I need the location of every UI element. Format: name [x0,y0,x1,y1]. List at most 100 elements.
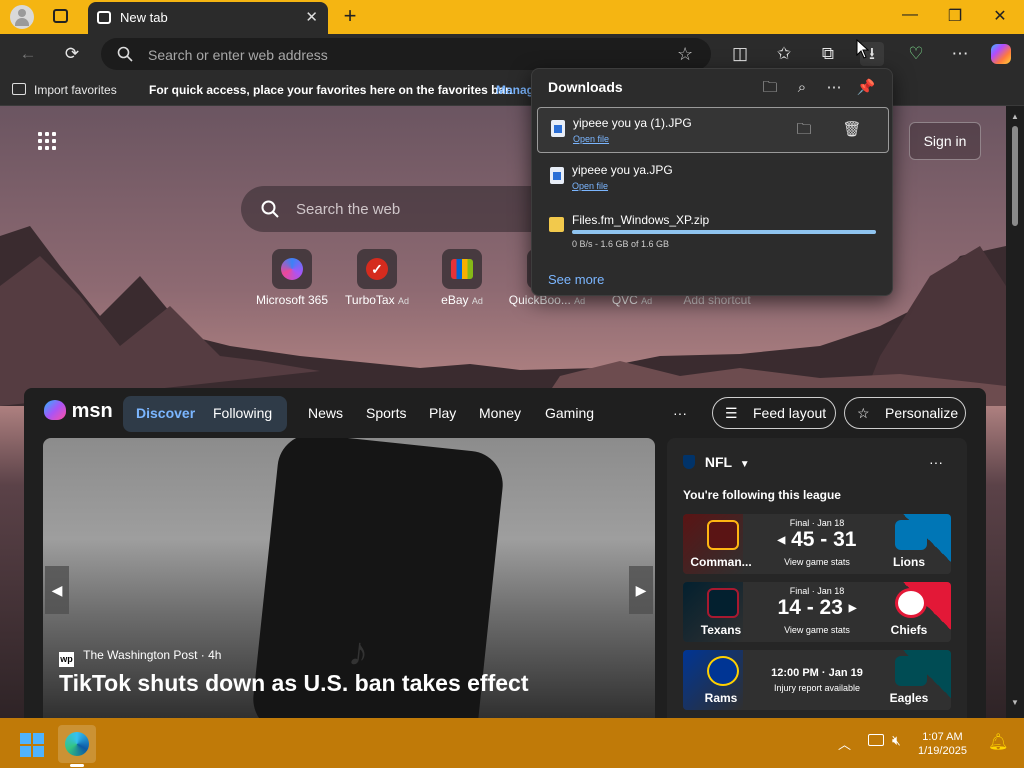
game-note[interactable]: View game stats [753,625,881,635]
download-status: 0 B/s - 1.6 GB of 1.6 GB [572,239,670,249]
nav-money[interactable]: Money [479,405,521,421]
tab-new-tab[interactable]: New tab ✕ [88,2,328,34]
page-scrollbar[interactable]: ▲ ▼ [1006,106,1024,718]
title-bar: New tab ✕ + — ❐ ✕ [0,0,1024,34]
volume-muted-icon[interactable]: 🔇︎ [892,732,901,749]
more-options-icon[interactable]: ⋯ [823,77,845,99]
game-row[interactable]: Rams Eagles 12:00 PM · Jan 19 Injury rep… [683,650,951,710]
back-arrow-icon[interactable]: ← [16,42,40,66]
nav-sports[interactable]: Sports [366,405,406,421]
close-tab-icon[interactable]: ✕ [305,8,318,26]
hero-title[interactable]: TikTok shuts down as U.S. ban takes effe… [59,670,529,697]
sign-in-button[interactable]: Sign in [909,122,981,160]
search-downloads-icon[interactable]: ⌕ [791,77,813,99]
previous-arrow-button[interactable]: ◀ [45,566,69,614]
pin-icon[interactable]: 📌 [855,77,877,99]
ad-badge: Ad [574,296,586,306]
nfl-league-selector[interactable]: NFL ▼ [683,454,750,470]
quick-link-turbotax[interactable]: ✓ TurboTax Ad [335,249,419,307]
washington-post-icon: wp [59,652,74,667]
away-team: Eagles [889,691,929,705]
msn-butterfly-icon [44,400,66,420]
split-screen-icon[interactable]: ◫ [728,42,752,66]
turbotax-icon: ✓ [366,258,388,280]
restore-button[interactable]: ❐ [940,6,970,26]
nav-news[interactable]: News [308,405,343,421]
download-item[interactable]: yipeee you ya (1).JPG Open file 🗀 🗑 [537,107,889,153]
manage-favorites-link[interactable]: Manag [496,83,534,97]
score-text: 14 - 23 [777,596,843,619]
collections-icon[interactable]: ⧉ [816,42,840,66]
feed-layout-button[interactable]: ☰ Feed layout [712,397,836,429]
refresh-icon[interactable]: ⟳ [60,42,84,66]
open-file-link[interactable]: Open file [573,134,609,144]
nav-gaming[interactable]: Gaming [545,405,594,421]
favorite-star-icon[interactable]: ☆ [677,44,693,65]
address-bar[interactable]: Search or enter web address ☆ [101,38,711,70]
nfl-league-name: NFL [704,454,732,470]
quick-link-microsoft-365[interactable]: Microsoft 365 [250,249,334,307]
game-status: 12:00 PM · Jan 19 [771,667,863,679]
close-window-button[interactable]: ✕ [985,6,1015,26]
image-file-icon [551,120,565,137]
apps-grid-icon[interactable] [38,132,58,152]
nfl-more-button[interactable]: ··· [929,454,943,470]
hero-source-name: The Washington Post [83,648,198,662]
downloads-title: Downloads [548,79,623,95]
show-in-folder-icon[interactable]: 🗀 [793,119,815,141]
game-note[interactable]: Injury report available [753,683,881,693]
display-icon[interactable] [868,734,884,746]
quick-link-label: TurboTax [345,293,395,307]
msn-logo: msn [44,400,113,423]
tab-discover[interactable]: Discover [136,405,195,421]
eagles-logo-icon [895,656,927,686]
msn-feed: msn Discover Following News Sports Play … [24,388,986,718]
nav-more-button[interactable]: ··· [673,405,687,421]
tab-actions-icon[interactable] [53,9,68,23]
copilot-icon[interactable] [989,42,1013,66]
start-windows-icon[interactable] [20,733,44,757]
web-search-box[interactable]: Search the web [241,186,541,232]
commanders-logo-icon [707,520,739,550]
show-hidden-icons-icon[interactable]: ︿ [838,734,851,753]
favorites-icon[interactable]: ✩ [772,42,796,66]
game-note[interactable]: View game stats [753,557,881,567]
download-item[interactable]: Files.fm_Windows_XP.zip 0 B/s - 1.6 GB o… [537,205,889,251]
personalize-button[interactable]: ☆ Personalize [844,397,966,429]
ad-badge: Ad [471,296,483,306]
open-file-link[interactable]: Open file [572,181,608,191]
new-tab-button[interactable]: + [338,3,362,29]
game-row[interactable]: Comman... Lions Final · Jan 18 ◀ 45 - 31… [683,514,951,574]
next-arrow-button[interactable]: ▶ [629,566,653,614]
import-favorites-icon[interactable] [12,83,26,95]
edge-browser-icon[interactable] [58,725,96,763]
ad-badge: Ad [641,296,653,306]
notification-bell-icon[interactable]: 🔔︎ [988,732,1008,752]
delete-icon[interactable]: 🗑 [841,119,863,141]
away-team: Chiefs [890,623,928,637]
scrollbar-thumb[interactable] [1012,126,1018,226]
game-row[interactable]: Texans Chiefs Final · Jan 18 14 - 23 ▶ V… [683,582,951,642]
tab-following[interactable]: Following [213,405,272,421]
hero-source[interactable]: wp The Washington Post · 4h [59,648,221,667]
winner-arrow-icon: ◀ [777,535,786,546]
download-progress-fill [572,230,876,234]
winner-arrow-icon: ▶ [848,603,857,614]
import-favorites-link[interactable]: Import favorites [34,83,117,97]
clock-time: 1:07 AM [922,731,963,743]
quick-link-ebay[interactable]: eBay Ad [420,249,504,307]
see-more-link[interactable]: See more [548,272,604,287]
minimize-button[interactable]: — [895,6,925,24]
browser-essentials-icon[interactable]: ♡ [904,42,928,66]
profile-icon[interactable] [10,5,34,29]
quick-link-label: Microsoft 365 [255,293,329,307]
open-folder-icon[interactable]: 🗀 [759,77,781,99]
download-filename: yipeee you ya (1).JPG [573,116,692,130]
more-menu-icon[interactable]: ⋯ [948,42,972,66]
system-clock[interactable]: 1:07 AM 1/19/2025 [918,730,967,758]
scroll-down-icon[interactable]: ▼ [1011,698,1019,707]
nav-play[interactable]: Play [429,405,456,421]
download-item[interactable]: yipeee you ya.JPG Open file [537,155,889,201]
scroll-up-icon[interactable]: ▲ [1011,112,1019,121]
hero-news-card[interactable]: ♪ ◀ ▶ wp The Washington Post · 4h TikTok… [43,438,655,718]
